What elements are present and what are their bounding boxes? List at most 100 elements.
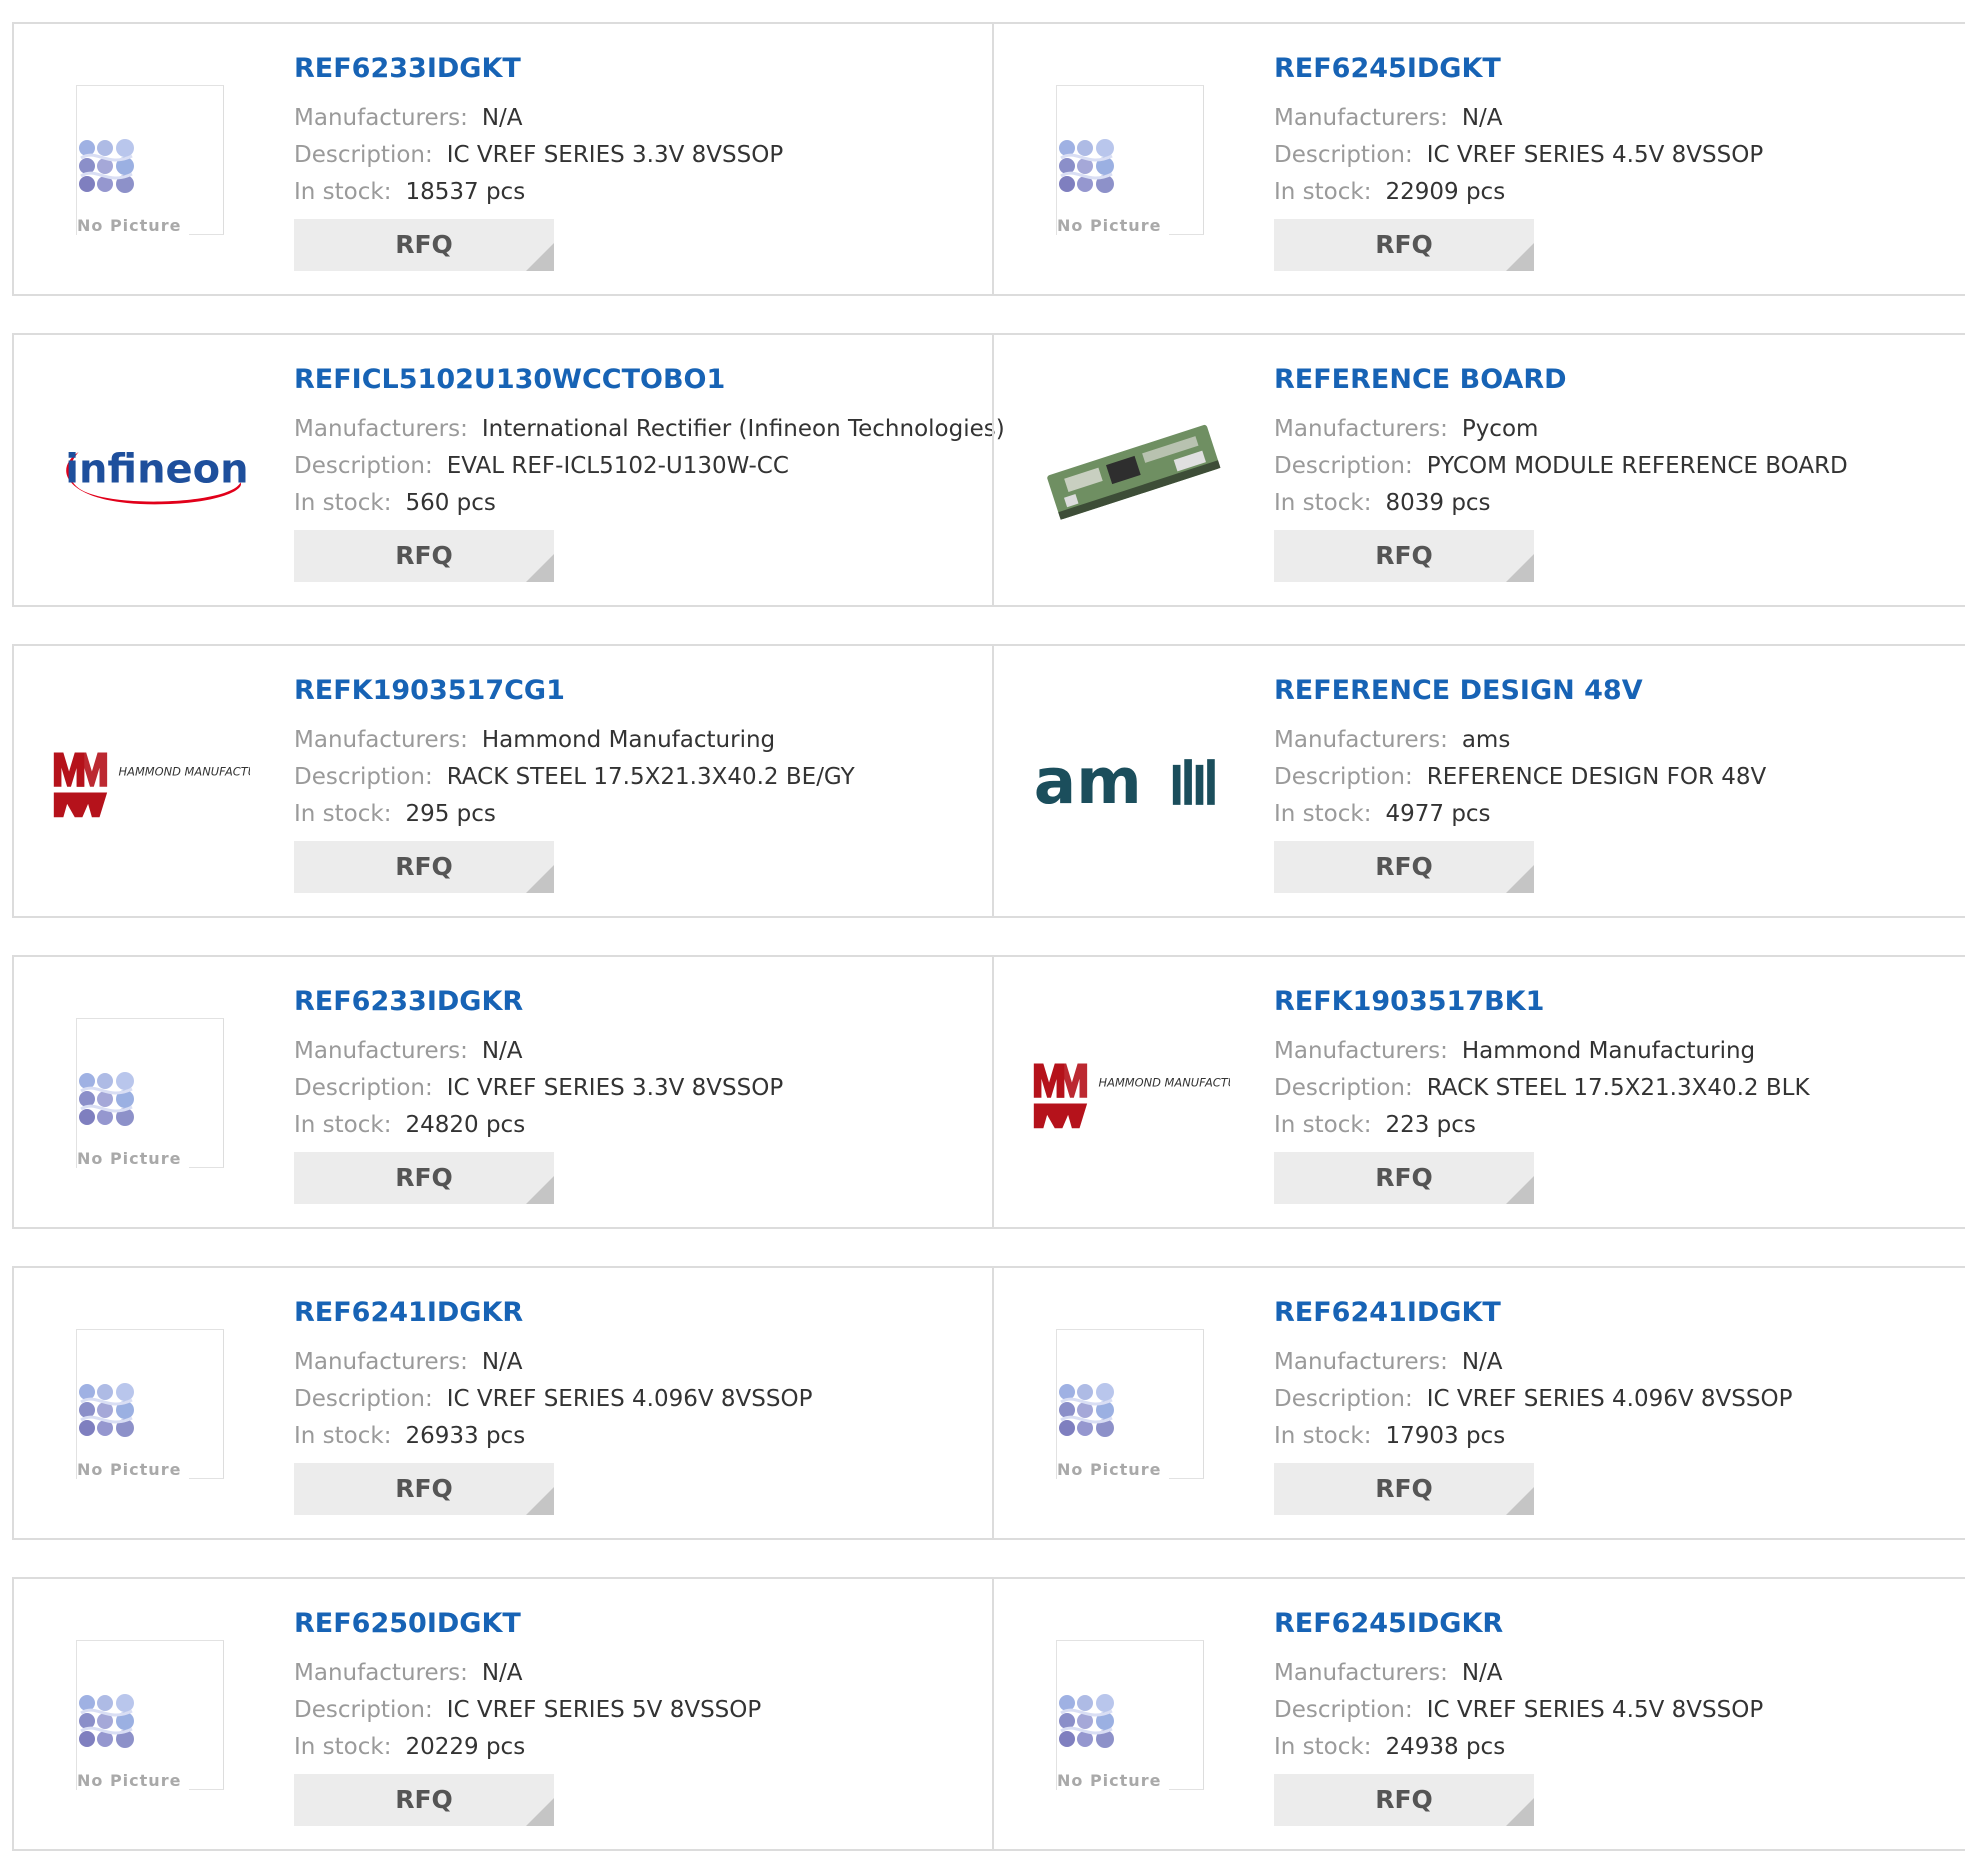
product-title-link[interactable]: REF6245IDGKR (1274, 1607, 1763, 1641)
manufacturer-label: Manufacturers: (294, 105, 468, 131)
rfq-button[interactable]: RFQ (294, 1152, 554, 1204)
stock-label: In stock: (1274, 1734, 1372, 1760)
product-title-link[interactable]: REFICL5102U130WCCTOBO1 (294, 363, 1005, 397)
no-picture-label: No Picture (1057, 216, 1170, 235)
description-value: IC VREF SERIES 4.5V 8VSSOP (1426, 1697, 1764, 1723)
stock-row: In stock: 295 pcs (294, 796, 855, 833)
manufacturer-label: Manufacturers: (294, 727, 468, 753)
no-picture-icon (1059, 1694, 1114, 1748)
product-card: No Picture REF6241IDGKT Manufacturers: N/… (992, 1268, 1965, 1538)
product-image[interactable]: No Picture (50, 985, 250, 1201)
rfq-button[interactable]: RFQ (1274, 530, 1534, 582)
manufacturer-label: Manufacturers: (1274, 416, 1448, 442)
rfq-button[interactable]: RFQ (1274, 1463, 1534, 1515)
circuit-board-image (1047, 424, 1221, 520)
rfq-corner-decoration (526, 554, 554, 582)
product-row: No Picture REF6250IDGKT Manufacturers: N/… (12, 1577, 1965, 1851)
rfq-button[interactable]: RFQ (1274, 841, 1534, 893)
description-label: Description: (1274, 142, 1413, 168)
description-value: IC VREF SERIES 4.096V 8VSSOP (1426, 1386, 1793, 1412)
manufacturer-label: Manufacturers: (1274, 1660, 1448, 1686)
manufacturer-row: Manufacturers: Hammond Manufacturing (1274, 1033, 1810, 1070)
manufacturer-label: Manufacturers: (1274, 1349, 1448, 1375)
rfq-button[interactable]: RFQ (294, 1463, 554, 1515)
infineon-logo-text: infineon (65, 446, 248, 492)
stock-value: 24820 pcs (405, 1112, 526, 1138)
stock-row: In stock: 26933 pcs (294, 1418, 812, 1455)
description-label: Description: (294, 142, 433, 168)
description-row: Description: RACK STEEL 17.5X21.3X40.2 BE… (294, 759, 855, 796)
no-picture-icon (1059, 139, 1114, 193)
manufacturer-value: N/A (1461, 1349, 1503, 1375)
hammond-logo: HAMMOND MANUFACTURING. (53, 752, 250, 818)
stock-row: In stock: 4977 pcs (1274, 796, 1766, 833)
manufacturer-value: N/A (481, 1349, 523, 1375)
rfq-label: RFQ (1375, 1474, 1433, 1503)
rfq-label: RFQ (395, 1474, 453, 1503)
rfq-button[interactable]: RFQ (294, 841, 554, 893)
product-image[interactable]: infineon (50, 363, 250, 579)
stock-row: In stock: 22909 pcs (1274, 174, 1763, 211)
product-info: REF6241IDGKR Manufacturers: N/A Descripti… (294, 1296, 812, 1515)
stock-row: In stock: 24820 pcs (294, 1107, 783, 1144)
manufacturer-row: Manufacturers: International Rectifier (I… (294, 411, 1005, 448)
product-image[interactable]: No Picture (1030, 52, 1230, 268)
description-label: Description: (294, 453, 433, 479)
product-row: HAMMOND MANUFACTURING. REFK1903517CG1 Ma… (12, 644, 1965, 918)
product-image[interactable]: No Picture (50, 1607, 250, 1823)
description-value: PYCOM MODULE REFERENCE BOARD (1426, 453, 1848, 479)
manufacturer-value: ams (1461, 727, 1511, 753)
product-title-link[interactable]: REF6245IDGKT (1274, 52, 1763, 86)
stock-label: In stock: (294, 1734, 392, 1760)
manufacturer-row: Manufacturers: Pycom (1274, 411, 1848, 448)
no-picture-label: No Picture (1057, 1460, 1170, 1479)
manufacturer-value: N/A (481, 1038, 523, 1064)
product-title-link[interactable]: REF6233IDGKR (294, 985, 783, 1019)
no-picture-placeholder: No Picture (76, 1640, 224, 1790)
product-title-link[interactable]: REF6233IDGKT (294, 52, 783, 86)
product-image[interactable]: No Picture (1030, 1296, 1230, 1512)
product-title-link[interactable]: REF6250IDGKT (294, 1607, 761, 1641)
stock-value: 295 pcs (405, 801, 496, 827)
rfq-corner-decoration (1506, 1798, 1534, 1826)
rfq-button[interactable]: RFQ (294, 219, 554, 271)
description-row: Description: RACK STEEL 17.5X21.3X40.2 BL… (1274, 1070, 1810, 1107)
manufacturer-row: Manufacturers: N/A (294, 100, 783, 137)
rfq-button[interactable]: RFQ (1274, 1152, 1534, 1204)
stock-value: 26933 pcs (405, 1423, 526, 1449)
rfq-button[interactable]: RFQ (1274, 219, 1534, 271)
product-title-link[interactable]: REFK1903517CG1 (294, 674, 855, 708)
rfq-corner-decoration (1506, 1487, 1534, 1515)
description-value: REFERENCE DESIGN FOR 48V (1426, 764, 1767, 790)
product-image[interactable]: No Picture (50, 52, 250, 268)
product-title-link[interactable]: REF6241IDGKT (1274, 1296, 1792, 1330)
manufacturer-row: Manufacturers: N/A (294, 1033, 783, 1070)
product-title-link[interactable]: REFERENCE BOARD (1274, 363, 1848, 397)
stock-value: 20229 pcs (405, 1734, 526, 1760)
description-row: Description: IC VREF SERIES 3.3V 8VSSOP (294, 1070, 783, 1107)
product-image[interactable]: No Picture (1030, 1607, 1230, 1823)
product-info: REFICL5102U130WCCTOBO1 Manufacturers: Int… (294, 363, 1005, 582)
description-value: EVAL REF-ICL5102-U130W-CC (446, 453, 789, 479)
product-image[interactable]: am (1030, 674, 1230, 890)
product-info: REF6245IDGKR Manufacturers: N/A Descripti… (1274, 1607, 1763, 1826)
no-picture-label: No Picture (77, 216, 190, 235)
product-title-link[interactable]: REFK1903517BK1 (1274, 985, 1810, 1019)
stock-row: In stock: 18537 pcs (294, 174, 783, 211)
product-title-link[interactable]: REF6241IDGKR (294, 1296, 812, 1330)
product-image[interactable]: HAMMOND MANUFACTURING. (50, 674, 250, 890)
rfq-label: RFQ (395, 1163, 453, 1192)
rfq-corner-decoration (526, 865, 554, 893)
rfq-button[interactable]: RFQ (294, 1774, 554, 1826)
rfq-button[interactable]: RFQ (294, 530, 554, 582)
product-image[interactable]: HAMMOND MANUFACTURING. (1030, 985, 1230, 1201)
description-label: Description: (1274, 1697, 1413, 1723)
product-image[interactable]: No Picture (50, 1296, 250, 1512)
product-image[interactable] (1030, 363, 1230, 579)
rfq-button[interactable]: RFQ (1274, 1774, 1534, 1826)
manufacturer-label: Manufacturers: (294, 1660, 468, 1686)
product-title-link[interactable]: REFERENCE DESIGN 48V (1274, 674, 1766, 708)
description-row: Description: IC VREF SERIES 4.096V 8VSSOP (294, 1381, 812, 1418)
description-label: Description: (1274, 453, 1413, 479)
product-card: HAMMOND MANUFACTURING. REFK1903517CG1 Ma… (14, 646, 992, 916)
